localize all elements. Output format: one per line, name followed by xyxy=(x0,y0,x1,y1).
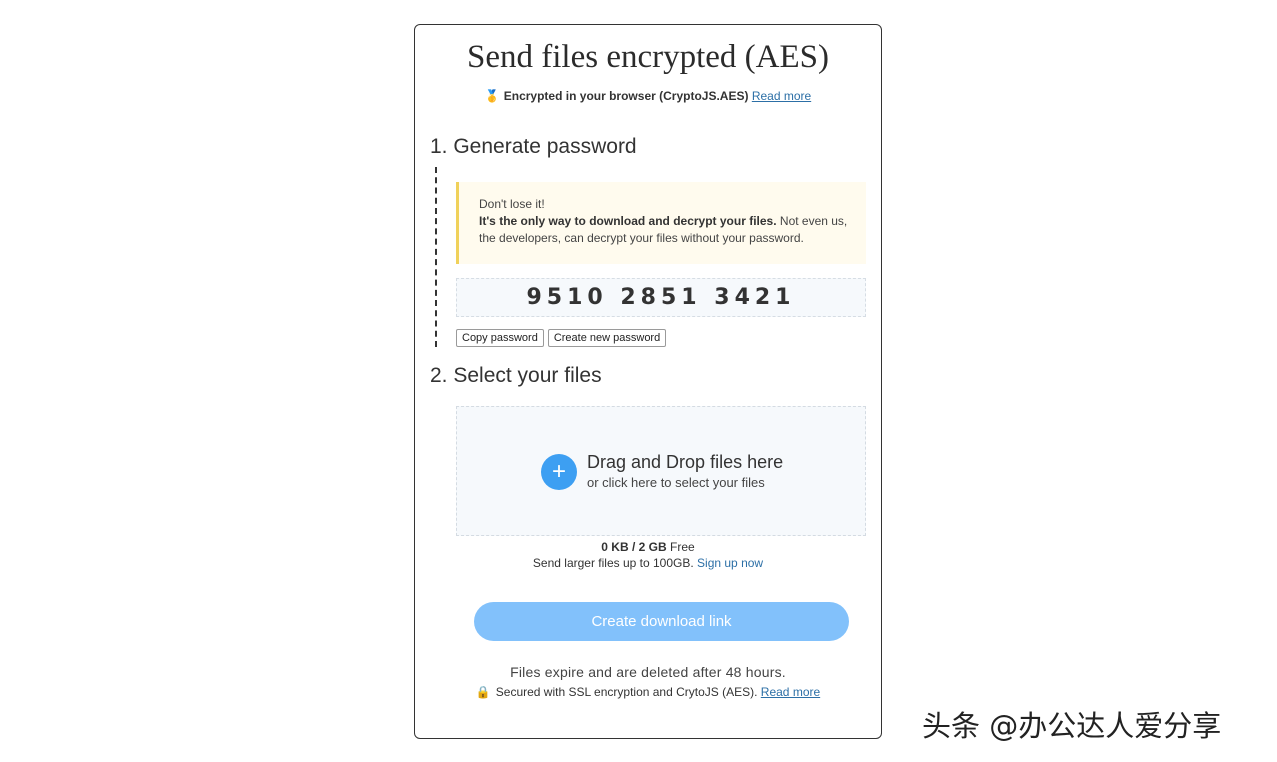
upsell-text: Send larger files up to 100GB. xyxy=(532,556,698,570)
encryption-note: 🥇 Encrypted in your browser (CryptoJS.AES… xyxy=(415,89,881,103)
copy-password-button[interactable]: Copy password xyxy=(456,329,544,347)
quota-used: 0 KB xyxy=(601,540,629,554)
password-actions: Copy password Create new password xyxy=(456,329,667,347)
step1-heading: 1. Generate password xyxy=(430,135,637,158)
warning-title: Don't lose it! xyxy=(479,197,545,211)
warning-bold: It's the only way to download and decryp… xyxy=(479,214,777,228)
security-read-more-link[interactable]: Read more xyxy=(761,685,820,699)
security-note: 🔒 Secured with SSL encryption and CrytoJS… xyxy=(415,685,881,699)
create-new-password-button[interactable]: Create new password xyxy=(547,329,667,347)
file-dropzone[interactable]: + Drag and Drop files here or click here… xyxy=(456,406,866,536)
medal-icon: 🥇 xyxy=(484,89,500,103)
dropzone-title: Drag and Drop files here xyxy=(587,452,784,472)
password-warning: Don't lose it! It's the only way to down… xyxy=(456,182,866,264)
step2-heading: 2. Select your files xyxy=(430,364,602,387)
create-download-link-button[interactable]: Create download link xyxy=(474,602,849,641)
quota-separator: / xyxy=(628,540,639,554)
upsell-note: Send larger files up to 100GB. Sign up n… xyxy=(415,556,881,570)
watermark: 头条 @办公达人爱分享 xyxy=(922,709,1222,743)
lock-icon: 🔒 xyxy=(475,685,491,699)
quota-total: 2 GB xyxy=(638,540,667,554)
encryption-note-text: Encrypted in your browser (CryptoJS.AES) xyxy=(503,89,749,103)
step-connector xyxy=(435,167,437,347)
page-title: Send files encrypted (AES) xyxy=(467,39,829,75)
quota-suffix: Free xyxy=(666,540,695,554)
sign-up-link[interactable]: Sign up now xyxy=(697,556,763,570)
warning-body: It's the only way to download and decryp… xyxy=(479,213,856,247)
plus-icon[interactable]: + xyxy=(541,454,577,490)
dropzone-subtitle: or click here to select your files xyxy=(587,475,765,490)
read-more-link[interactable]: Read more xyxy=(752,89,811,103)
password-display: 9510 2851 3421 xyxy=(456,278,866,317)
upload-card: Send files encrypted (AES) 🥇 Encrypted in… xyxy=(414,24,882,739)
storage-quota: 0 KB / 2 GB Free xyxy=(415,540,881,554)
security-text: Secured with SSL encryption and CrytoJS … xyxy=(495,685,761,699)
expiry-note: Files expire and are deleted after 48 ho… xyxy=(510,664,786,680)
